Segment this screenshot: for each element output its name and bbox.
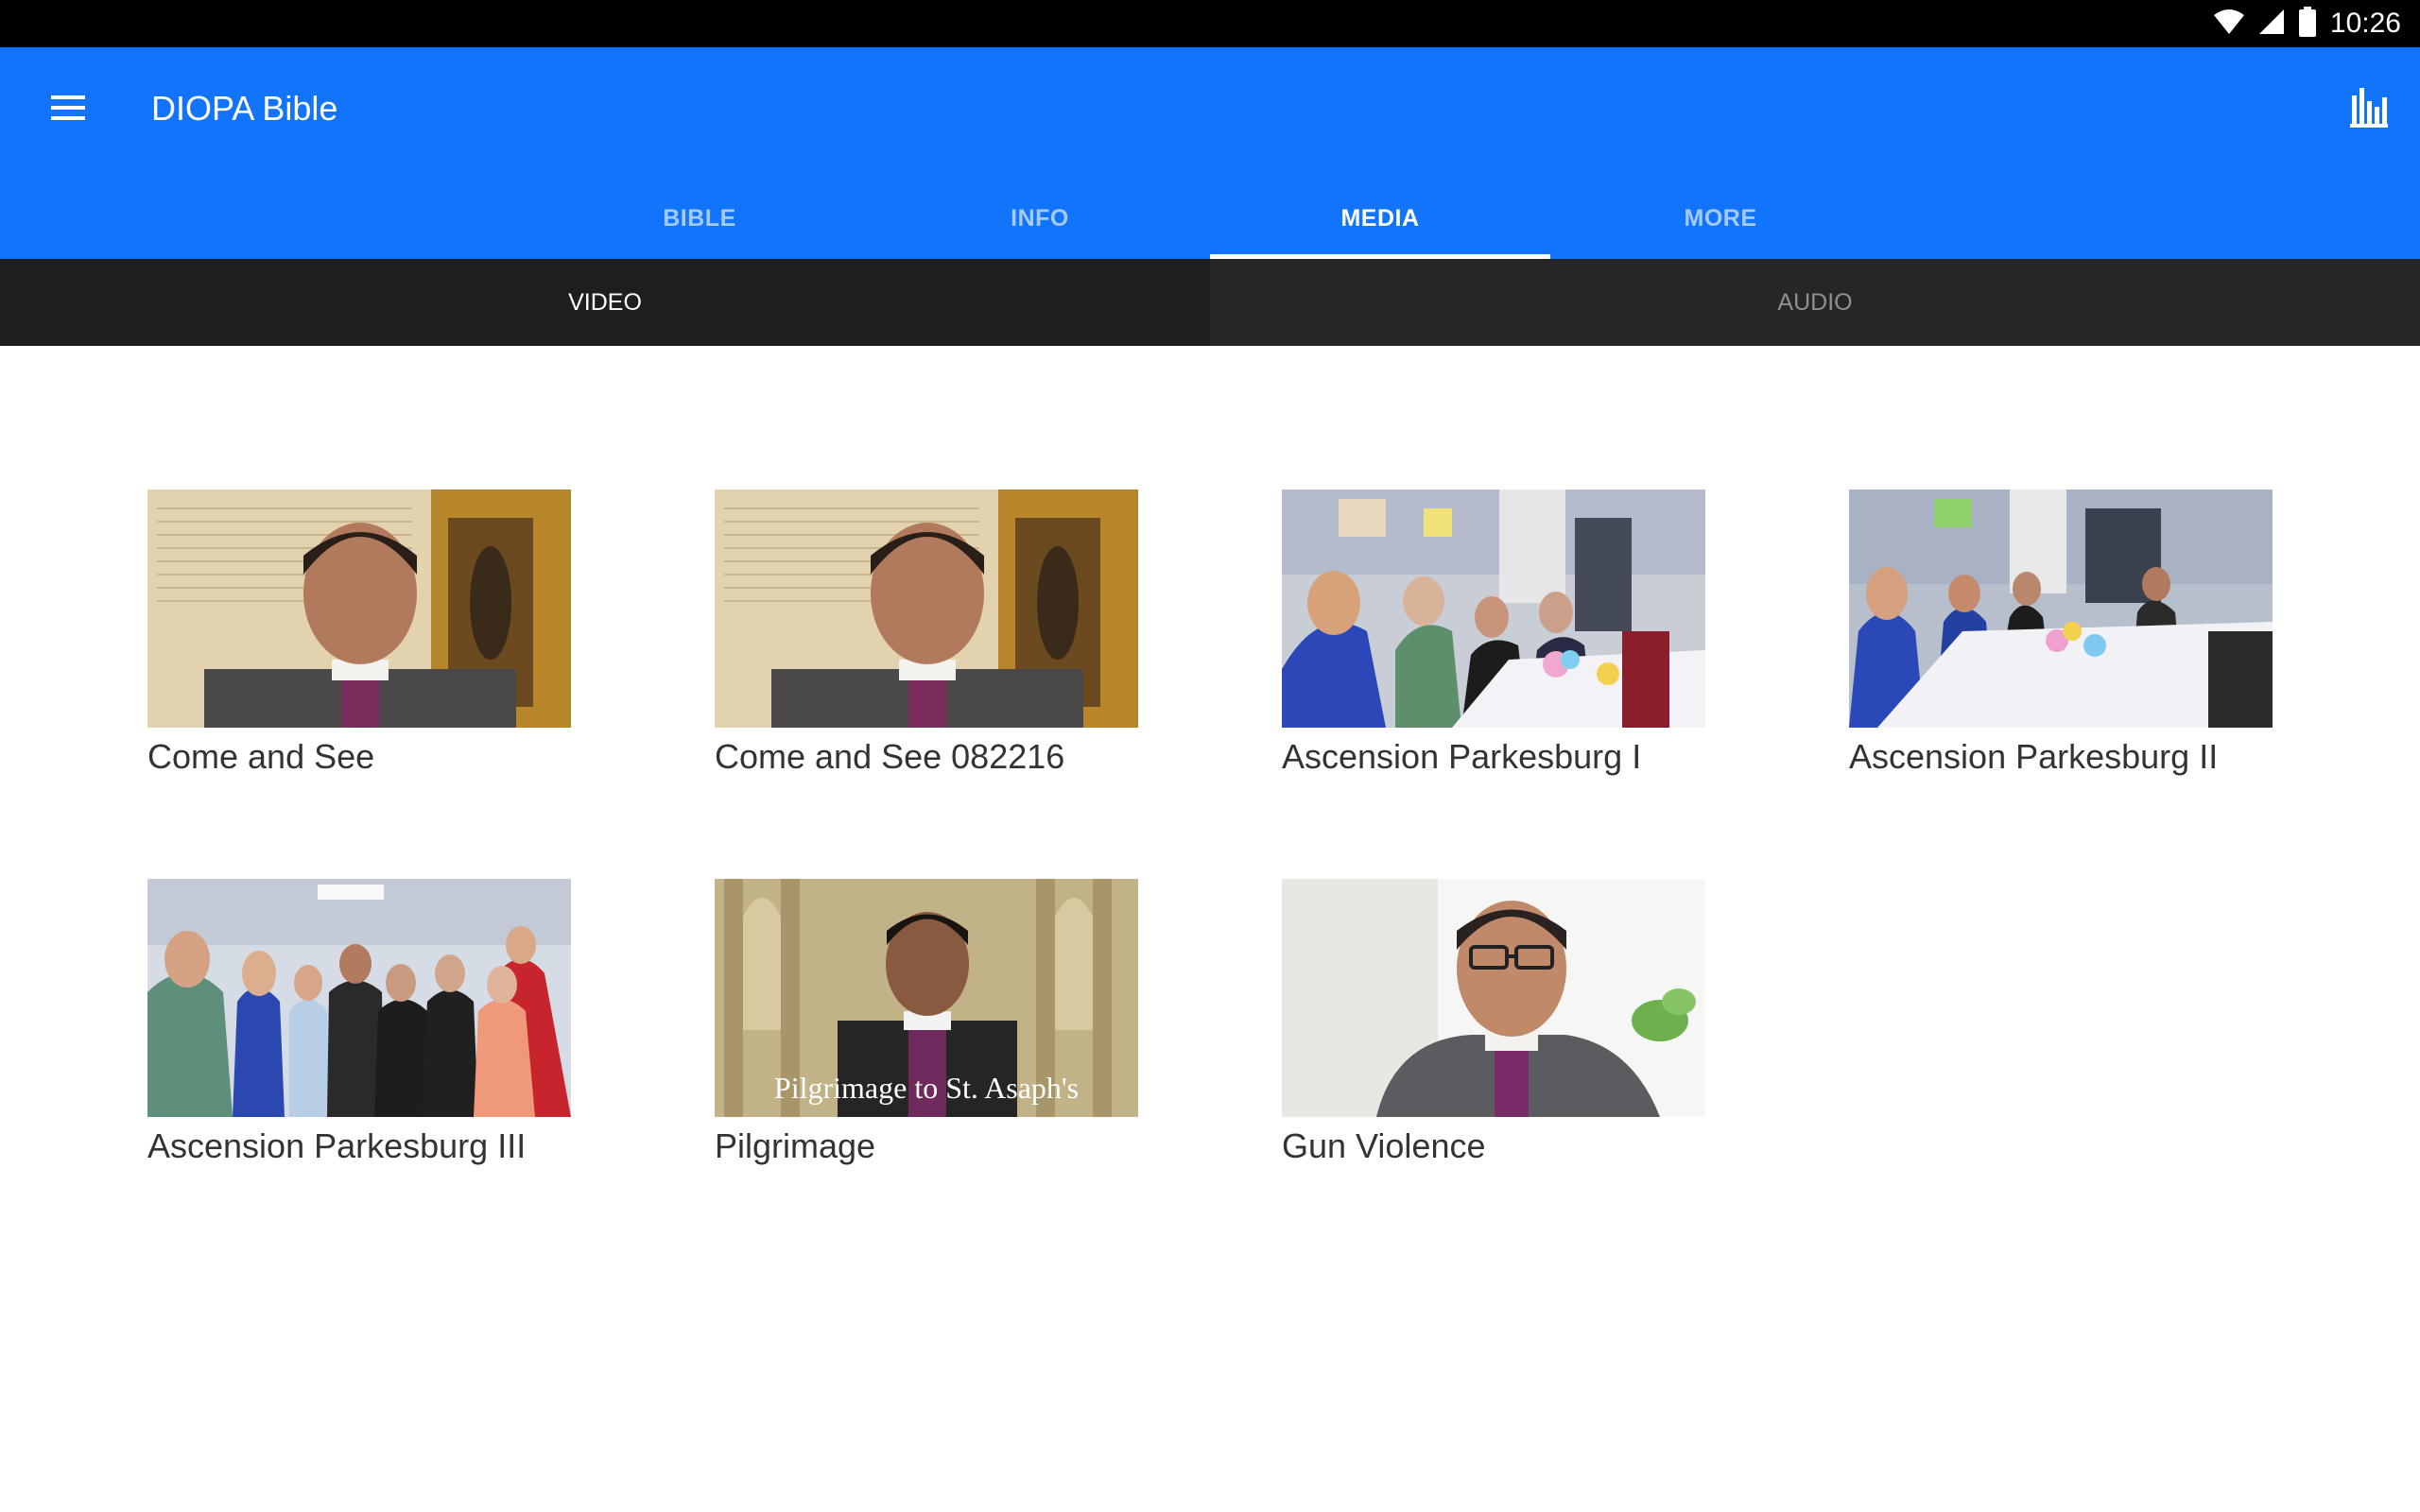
battery-icon: [2298, 7, 2317, 41]
video-title: Ascension Parkesburg III: [147, 1126, 527, 1165]
video-card[interactable]: Come and See 082216: [715, 490, 1138, 779]
tab-bible[interactable]: BIBLE: [529, 178, 870, 259]
video-title: Come and See: [147, 737, 375, 776]
video-thumbnail: [147, 879, 571, 1117]
tab-more[interactable]: MORE: [1550, 178, 1891, 259]
app-title: DIOPA Bible: [151, 89, 338, 128]
stats-button[interactable]: [2341, 81, 2397, 138]
video-thumbnail: [715, 490, 1138, 728]
video-title: Ascension Parkesburg I: [1282, 737, 1642, 776]
bar-chart-icon: [2350, 88, 2388, 131]
hamburger-menu-icon: [49, 94, 87, 126]
video-thumbnail: [147, 490, 571, 728]
app-bar: DIOPA Bible BIBLE INFO MEDIA MORE: [0, 47, 2420, 259]
video-card[interactable]: Pilgrimage to St. Asaph's Pilgrimage: [715, 879, 1138, 1168]
video-title: Ascension Parkesburg II: [1849, 737, 2219, 776]
video-card[interactable]: Ascension Parkesburg II: [1849, 490, 2273, 779]
video-thumbnail: [1849, 490, 2273, 728]
media-sub-tabs: VIDEO AUDIO: [0, 259, 2420, 346]
wifi-icon: [2213, 9, 2245, 39]
tab-info[interactable]: INFO: [870, 178, 1210, 259]
video-thumbnail: Pilgrimage to St. Asaph's: [715, 879, 1138, 1117]
status-icons: 10:26: [2213, 7, 2401, 41]
video-card[interactable]: Gun Violence: [1282, 879, 1705, 1168]
video-thumbnail: [1282, 879, 1705, 1117]
thumbnail-overlay-text: Pilgrimage to St. Asaph's: [774, 1071, 1079, 1105]
main-tabs: BIBLE INFO MEDIA MORE: [529, 178, 1891, 259]
video-thumbnail: [1282, 490, 1705, 728]
video-card[interactable]: Come and See: [147, 490, 571, 779]
cell-signal-icon: [2258, 9, 2285, 39]
video-card[interactable]: Ascension Parkesburg III: [147, 879, 571, 1168]
tab-audio[interactable]: AUDIO: [1210, 259, 2420, 346]
video-title: Gun Violence: [1282, 1126, 1486, 1165]
video-title: Pilgrimage: [715, 1126, 876, 1165]
status-time: 10:26: [2329, 8, 2401, 39]
tab-video[interactable]: VIDEO: [0, 259, 1210, 346]
status-bar: 10:26: [0, 0, 2420, 47]
menu-button[interactable]: [40, 81, 96, 138]
video-title: Come and See 082216: [715, 737, 1065, 776]
tab-media[interactable]: MEDIA: [1210, 178, 1550, 259]
video-card[interactable]: Ascension Parkesburg I: [1282, 490, 1705, 779]
